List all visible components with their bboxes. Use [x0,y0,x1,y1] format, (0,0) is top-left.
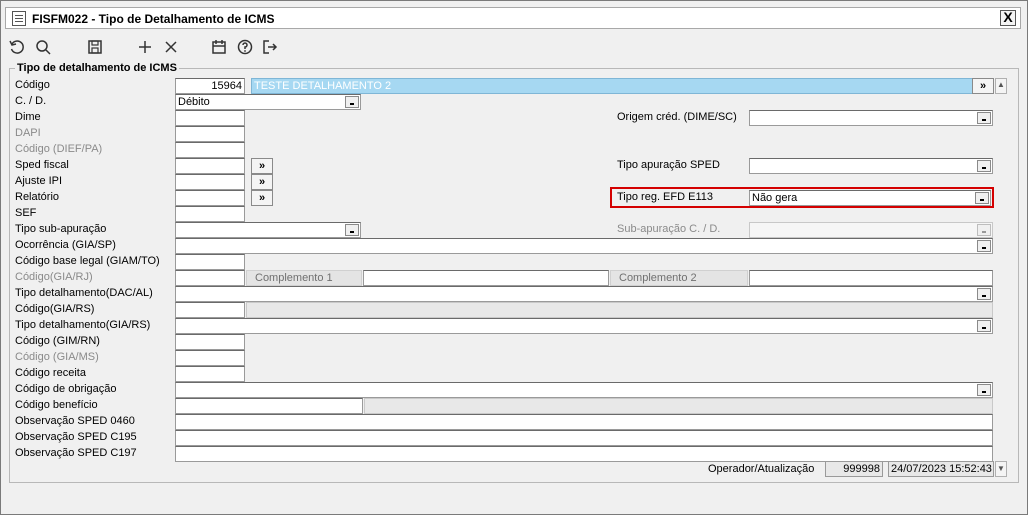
complemento2-input[interactable] [749,270,993,286]
title-bar: FISFM022 - Tipo de Detalhamento de ICMS … [5,7,1021,29]
complemento1-caption: Complemento 1 [246,270,362,286]
tipo-sub-apuracao-label: Tipo sub-apuração [15,223,107,235]
tipo-det-gia-rs-select[interactable] [175,318,993,334]
help-icon[interactable] [235,37,255,57]
codigo-base-legal-input[interactable] [175,254,245,270]
tipo-reg-efd-select[interactable]: Não gera [749,190,991,206]
ajuste-ipi-label: Ajuste IPI [15,175,63,187]
chevron-down-icon[interactable] [977,288,991,300]
codigo-beneficio-label: Código benefício [15,399,98,411]
window-title: FISFM022 - Tipo de Detalhamento de ICMS [32,12,275,26]
codigo-gia-ms-label: Código (GIA/MS) [15,351,99,363]
obs-sped-0460-label: Observação SPED 0460 [15,415,135,427]
dime-input[interactable] [175,110,245,126]
ocorrencia-gia-sp-label: Ocorrência (GIA/SP) [15,239,116,251]
codigo-dief-input[interactable] [175,142,245,158]
cd-select-value: Débito [178,96,210,108]
group-title: Tipo de detalhamento de ICMS [15,62,179,74]
obs-sped-0460-input[interactable] [175,414,993,430]
origem-cred-label: Origem créd. (DIME/SC) [617,111,737,123]
codigo-lookup-button[interactable]: » [972,78,994,94]
ajuste-ipi-input[interactable] [175,174,245,190]
exit-icon[interactable] [260,37,280,57]
main-window: FISFM022 - Tipo de Detalhamento de ICMS … [0,0,1028,515]
chevron-down-icon[interactable] [977,160,991,172]
ajuste-ipi-lookup-button[interactable]: » [251,174,273,190]
sped-fiscal-lookup-button[interactable]: » [251,158,273,174]
sub-apuracao-cd-label: Sub-apuração C. / D. [617,223,721,235]
tipo-det-dac-al-label: Tipo detalhamento(DAC/AL) [15,287,153,299]
chevron-down-icon[interactable] [345,224,359,236]
tipo-det-dac-al-select[interactable] [175,286,993,302]
sped-fiscal-label: Sped fiscal [15,159,69,171]
codigo-gia-rs-description [246,302,993,318]
relatorio-label: Relatório [15,191,60,203]
update-timestamp-field: 24/07/2023 15:52:43 [888,461,994,477]
scroll-down-arrow[interactable]: ▼ [995,461,1007,477]
toolbar [5,33,1021,61]
obs-sped-c197-label: Observação SPED C197 [15,447,137,459]
codigo-obrigacao-select[interactable] [175,382,993,398]
dime-label: Dime [15,111,41,123]
cd-select[interactable]: Débito [175,94,361,110]
search-icon[interactable] [33,37,53,57]
tipo-apuracao-sped-label: Tipo apuração SPED [617,159,720,171]
tipo-apuracao-sped-select[interactable] [749,158,993,174]
obs-sped-c195-label: Observação SPED C195 [15,431,137,443]
relatorio-lookup-button[interactable]: » [251,190,273,206]
obs-sped-c195-input[interactable] [175,430,993,446]
chevron-down-icon[interactable] [977,112,991,124]
codigo-gia-rj-input[interactable] [175,270,245,286]
codigo-dief-label: Código (DIEF/PA) [15,143,103,155]
tipo-det-gia-rs-label: Tipo detalhamento(GIA/RS) [15,319,151,331]
relatorio-input[interactable] [175,190,245,206]
dapi-input[interactable] [175,126,245,142]
chevron-down-icon[interactable] [977,240,991,252]
cd-label: C. / D. [15,95,47,107]
chevron-down-icon[interactable] [977,384,991,396]
codigo-gia-ms-input[interactable] [175,350,245,366]
scroll-up-arrow[interactable]: ▲ [995,78,1007,94]
codigo-gim-rn-input[interactable] [175,334,245,350]
tipo-reg-efd-value: Não gera [752,192,798,204]
save-icon[interactable] [85,37,105,57]
dapi-label: DAPI [15,127,41,139]
complemento2-caption: Complemento 2 [610,270,748,286]
codigo-input[interactable]: 15964 [175,78,245,94]
chevron-down-icon[interactable] [975,192,989,204]
codigo-gia-rs-label: Código(GIA/RS) [15,303,95,315]
chevron-down-icon[interactable] [345,96,359,108]
sef-label: SEF [15,207,37,219]
sef-input[interactable] [175,206,245,222]
sub-apuracao-cd-select[interactable] [749,222,993,238]
refresh-icon[interactable] [7,37,27,57]
origem-cred-select[interactable] [749,110,993,126]
close-button[interactable]: X [1000,10,1016,26]
complemento1-input[interactable] [363,270,609,286]
calendar-icon[interactable] [209,37,229,57]
codigo-obrigacao-label: Código de obrigação [15,383,117,395]
codigo-base-legal-label: Código base legal (GIAM/TO) [15,255,160,267]
chevron-down-icon[interactable] [977,224,991,236]
codigo-label: Código [15,79,50,91]
operador-atualizacao-label: Operador/Atualização [708,463,815,475]
codigo-description-input[interactable]: TESTE DETALHAMENTO 2 [251,78,993,94]
codigo-beneficio-description [364,398,993,414]
codigo-gim-rn-label: Código (GIM/RN) [15,335,100,347]
codigo-gia-rj-label: Código(GIA/RJ) [15,271,93,283]
codigo-gia-rs-input[interactable] [175,302,245,318]
ocorrencia-gia-sp-select[interactable] [175,238,993,254]
codigo-receita-label: Código receita [15,367,86,379]
obs-sped-c197-input[interactable] [175,446,993,462]
codigo-receita-input[interactable] [175,366,245,382]
tipo-sub-apuracao-select[interactable] [175,222,361,238]
chevron-down-icon[interactable] [977,320,991,332]
tipo-reg-efd-label: Tipo reg. EFD E113 [617,191,713,203]
codigo-beneficio-input[interactable] [175,398,363,414]
add-icon[interactable] [135,37,155,57]
operator-field: 999998 [825,461,883,477]
document-icon [12,11,26,26]
sped-fiscal-input[interactable] [175,158,245,174]
delete-icon[interactable] [161,37,181,57]
